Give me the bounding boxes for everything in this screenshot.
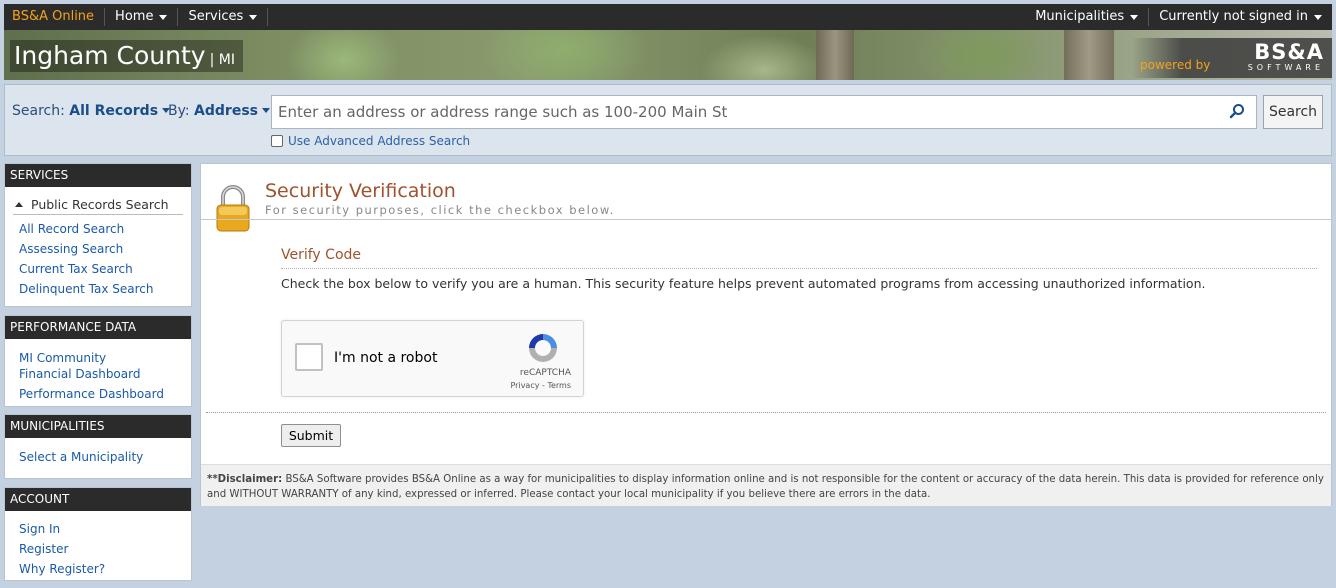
sidebar-item-select-municipality[interactable]: Select a Municipality <box>19 449 191 465</box>
county-name: Ingham County <box>14 41 206 70</box>
search-button[interactable]: Search <box>1263 95 1323 129</box>
chevron-down-icon <box>262 108 270 113</box>
powered-by-text: powered by <box>1140 58 1211 72</box>
sidebar-item-financial-dashboard[interactable]: MI Community Financial Dashboard <box>19 350 159 382</box>
page-subtitle: For security purposes, click the checkbo… <box>265 203 615 217</box>
bsa-logo-subtext: SOFTWARE <box>1247 63 1324 72</box>
sidebar-item-all-record-search[interactable]: All Record Search <box>19 221 191 237</box>
performance-panel-header: PERFORMANCE DATA <box>5 316 191 339</box>
security-verification-panel: Security Verification For security purpo… <box>200 163 1332 506</box>
lock-icon <box>216 185 250 232</box>
brand-link[interactable]: BS&A Online <box>4 8 106 26</box>
verify-code-heading: Verify Code <box>281 247 362 263</box>
address-search-input[interactable]: Enter an address or address range such a… <box>271 95 1257 129</box>
municipalities-panel-header: MUNICIPALITIES <box>5 415 191 438</box>
services-menu-label: Services <box>188 9 244 24</box>
page-title: Security Verification <box>265 180 456 202</box>
municipalities-menu-label: Municipalities <box>1035 9 1125 24</box>
recaptcha-links[interactable]: Privacy - Terms <box>511 381 572 390</box>
search-type-selector[interactable]: Search: All Records <box>12 103 171 119</box>
search-by-label: By: <box>168 103 190 119</box>
recaptcha-brand: reCAPTCHA <box>519 368 571 378</box>
sidebar-item-why-register[interactable]: Why Register? <box>19 561 191 577</box>
divider <box>201 219 1331 220</box>
sidebar-item-register[interactable]: Register <box>19 541 191 557</box>
services-panel: SERVICES Public Records Search All Recor… <box>4 163 192 307</box>
search-type-label: Search: <box>12 103 65 119</box>
disclaimer: **Disclaimer: BS&A Software provides BS&… <box>201 464 1331 506</box>
sidebar-item-performance-dashboard[interactable]: Performance Dashboard <box>19 386 191 402</box>
recaptcha-logo-icon <box>529 334 557 362</box>
home-menu-label: Home <box>115 9 154 24</box>
banner-tree-trunk <box>1064 30 1114 80</box>
sidebar-item-sign-in[interactable]: Sign In <box>19 521 191 537</box>
powered-by-logo[interactable]: powered by BS&A SOFTWARE <box>1132 38 1332 78</box>
divider <box>206 412 1326 413</box>
recaptcha-widget: I'm not a robot reCAPTCHA Privacy - Term… <box>281 320 584 397</box>
divider <box>281 268 1317 269</box>
recaptcha-checkbox[interactable] <box>295 343 323 371</box>
account-panel: ACCOUNT Sign In Register Why Register? <box>4 487 192 581</box>
chevron-down-icon <box>1130 14 1139 20</box>
disclaimer-label: **Disclaimer: <box>207 474 283 485</box>
services-menu[interactable]: Services <box>178 8 269 26</box>
performance-panel: PERFORMANCE DATA MI Community Financial … <box>4 315 192 407</box>
account-menu[interactable]: Currently not signed in <box>1148 8 1332 26</box>
disclaimer-text: BS&A Software provides BS&A Online as a … <box>207 474 1324 500</box>
municipalities-panel: MUNICIPALITIES Select a Municipality <box>4 414 192 479</box>
advanced-search-toggle[interactable]: Use Advanced Address Search <box>271 134 470 148</box>
bsa-logo-text: BS&A <box>1254 40 1324 64</box>
sidebar-item-current-tax-search[interactable]: Current Tax Search <box>19 261 191 277</box>
recaptcha-label: I'm not a robot <box>334 350 438 366</box>
state-label: | MI <box>209 52 235 68</box>
search-type-value: All Records <box>69 103 159 119</box>
home-menu[interactable]: Home <box>105 8 179 26</box>
banner-tree-trunk <box>816 30 854 80</box>
municipalities-menu[interactable]: Municipalities <box>1025 8 1148 26</box>
chevron-up-icon <box>15 202 23 207</box>
account-panel-header: ACCOUNT <box>5 488 191 511</box>
chevron-down-icon <box>249 14 258 20</box>
sidebar-item-delinquent-tax-search[interactable]: Delinquent Tax Search <box>19 281 191 297</box>
search-by-value: Address <box>194 103 258 119</box>
search-by-selector[interactable]: By: Address <box>168 103 270 119</box>
chevron-down-icon <box>159 14 168 20</box>
public-records-group[interactable]: Public Records Search <box>13 197 183 215</box>
submit-button[interactable]: Submit <box>281 424 341 447</box>
account-menu-label: Currently not signed in <box>1159 9 1308 24</box>
search-bar: Search: All Records By: Address Enter an… <box>4 84 1332 156</box>
search-icon[interactable] <box>1229 103 1245 119</box>
public-records-group-label: Public Records Search <box>31 197 169 212</box>
advanced-search-checkbox[interactable] <box>271 135 283 147</box>
verify-description: Check the box below to verify you are a … <box>281 276 1206 291</box>
services-panel-header: SERVICES <box>5 164 191 187</box>
advanced-search-label[interactable]: Use Advanced Address Search <box>288 134 470 148</box>
county-title: Ingham County | MI <box>10 40 243 72</box>
chevron-down-icon <box>1314 14 1322 20</box>
sidebar-item-assessing-search[interactable]: Assessing Search <box>19 241 191 257</box>
top-nav: BS&A Online Home Services Municipalities… <box>4 4 1332 30</box>
banner: Ingham County | MI powered by BS&A SOFTWA… <box>4 30 1332 80</box>
